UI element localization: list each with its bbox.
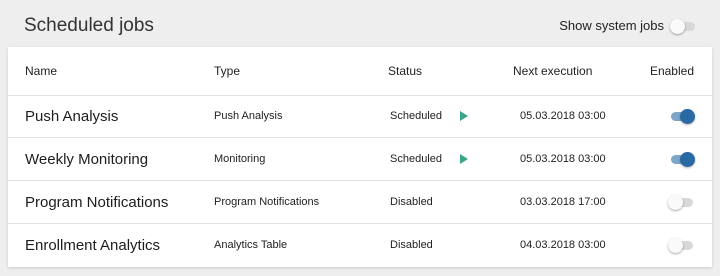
job-status: Disabled <box>390 196 433 208</box>
toggle-thumb <box>668 195 683 210</box>
page-title: Scheduled jobs <box>24 15 154 36</box>
job-enabled-toggle[interactable] <box>668 195 694 210</box>
enabled-cell <box>628 224 694 266</box>
job-status: Scheduled <box>390 110 442 122</box>
enabled-cell <box>628 138 695 180</box>
job-type: Program Notifications <box>214 196 320 208</box>
table-row[interactable]: Enrollment Analytics Analytics Table Dis… <box>8 224 712 266</box>
job-name: Program Notifications <box>25 193 169 211</box>
table-header-row: Name Type Status Next execution Enabled <box>8 47 712 96</box>
job-next-execution: 03.03.2018 17:00 <box>520 196 606 208</box>
column-header-name[interactable]: Name <box>25 47 57 95</box>
column-header-next-execution[interactable]: Next execution <box>513 47 592 95</box>
job-type: Analytics Table <box>214 239 288 251</box>
play-icon[interactable] <box>460 154 468 164</box>
toggle-thumb <box>670 18 685 34</box>
table-row[interactable]: Program Notifications Program Notificati… <box>8 181 712 224</box>
job-status: Scheduled <box>390 153 442 165</box>
show-system-jobs-control: Show system jobs <box>559 18 696 34</box>
job-enabled-toggle[interactable] <box>668 152 695 167</box>
job-name: Enrollment Analytics <box>25 236 161 254</box>
toggle-thumb <box>680 152 695 167</box>
job-type: Push Analysis <box>214 110 283 122</box>
show-system-jobs-toggle[interactable] <box>670 18 696 34</box>
show-system-jobs-label: Show system jobs <box>559 18 664 33</box>
job-type: Monitoring <box>214 153 266 165</box>
play-slot <box>460 95 468 137</box>
job-next-execution: 04.03.2018 03:00 <box>520 239 606 251</box>
enabled-cell <box>628 95 695 137</box>
toggle-thumb <box>668 238 683 253</box>
toggle-thumb <box>680 109 695 124</box>
job-name: Weekly Monitoring <box>25 150 149 168</box>
job-enabled-toggle[interactable] <box>668 109 695 124</box>
job-status: Disabled <box>390 239 433 251</box>
table-row[interactable]: Weekly Monitoring Monitoring Scheduled 0… <box>8 138 712 181</box>
job-name: Push Analysis <box>25 107 119 125</box>
job-enabled-toggle[interactable] <box>668 238 694 253</box>
job-next-execution: 05.03.2018 03:00 <box>520 153 606 165</box>
table-row[interactable]: Push Analysis Push Analysis Scheduled 05… <box>8 95 712 138</box>
play-icon[interactable] <box>460 111 468 121</box>
column-header-type[interactable]: Type <box>214 47 240 95</box>
play-slot <box>460 138 468 180</box>
job-next-execution: 05.03.2018 03:00 <box>520 110 606 122</box>
page-header: Scheduled jobs Show system jobs <box>0 0 720 48</box>
column-header-status[interactable]: Status <box>388 47 422 95</box>
column-header-enabled[interactable]: Enabled <box>628 47 694 95</box>
jobs-table: Name Type Status Next execution Enabled … <box>8 47 712 267</box>
enabled-cell <box>628 181 694 223</box>
